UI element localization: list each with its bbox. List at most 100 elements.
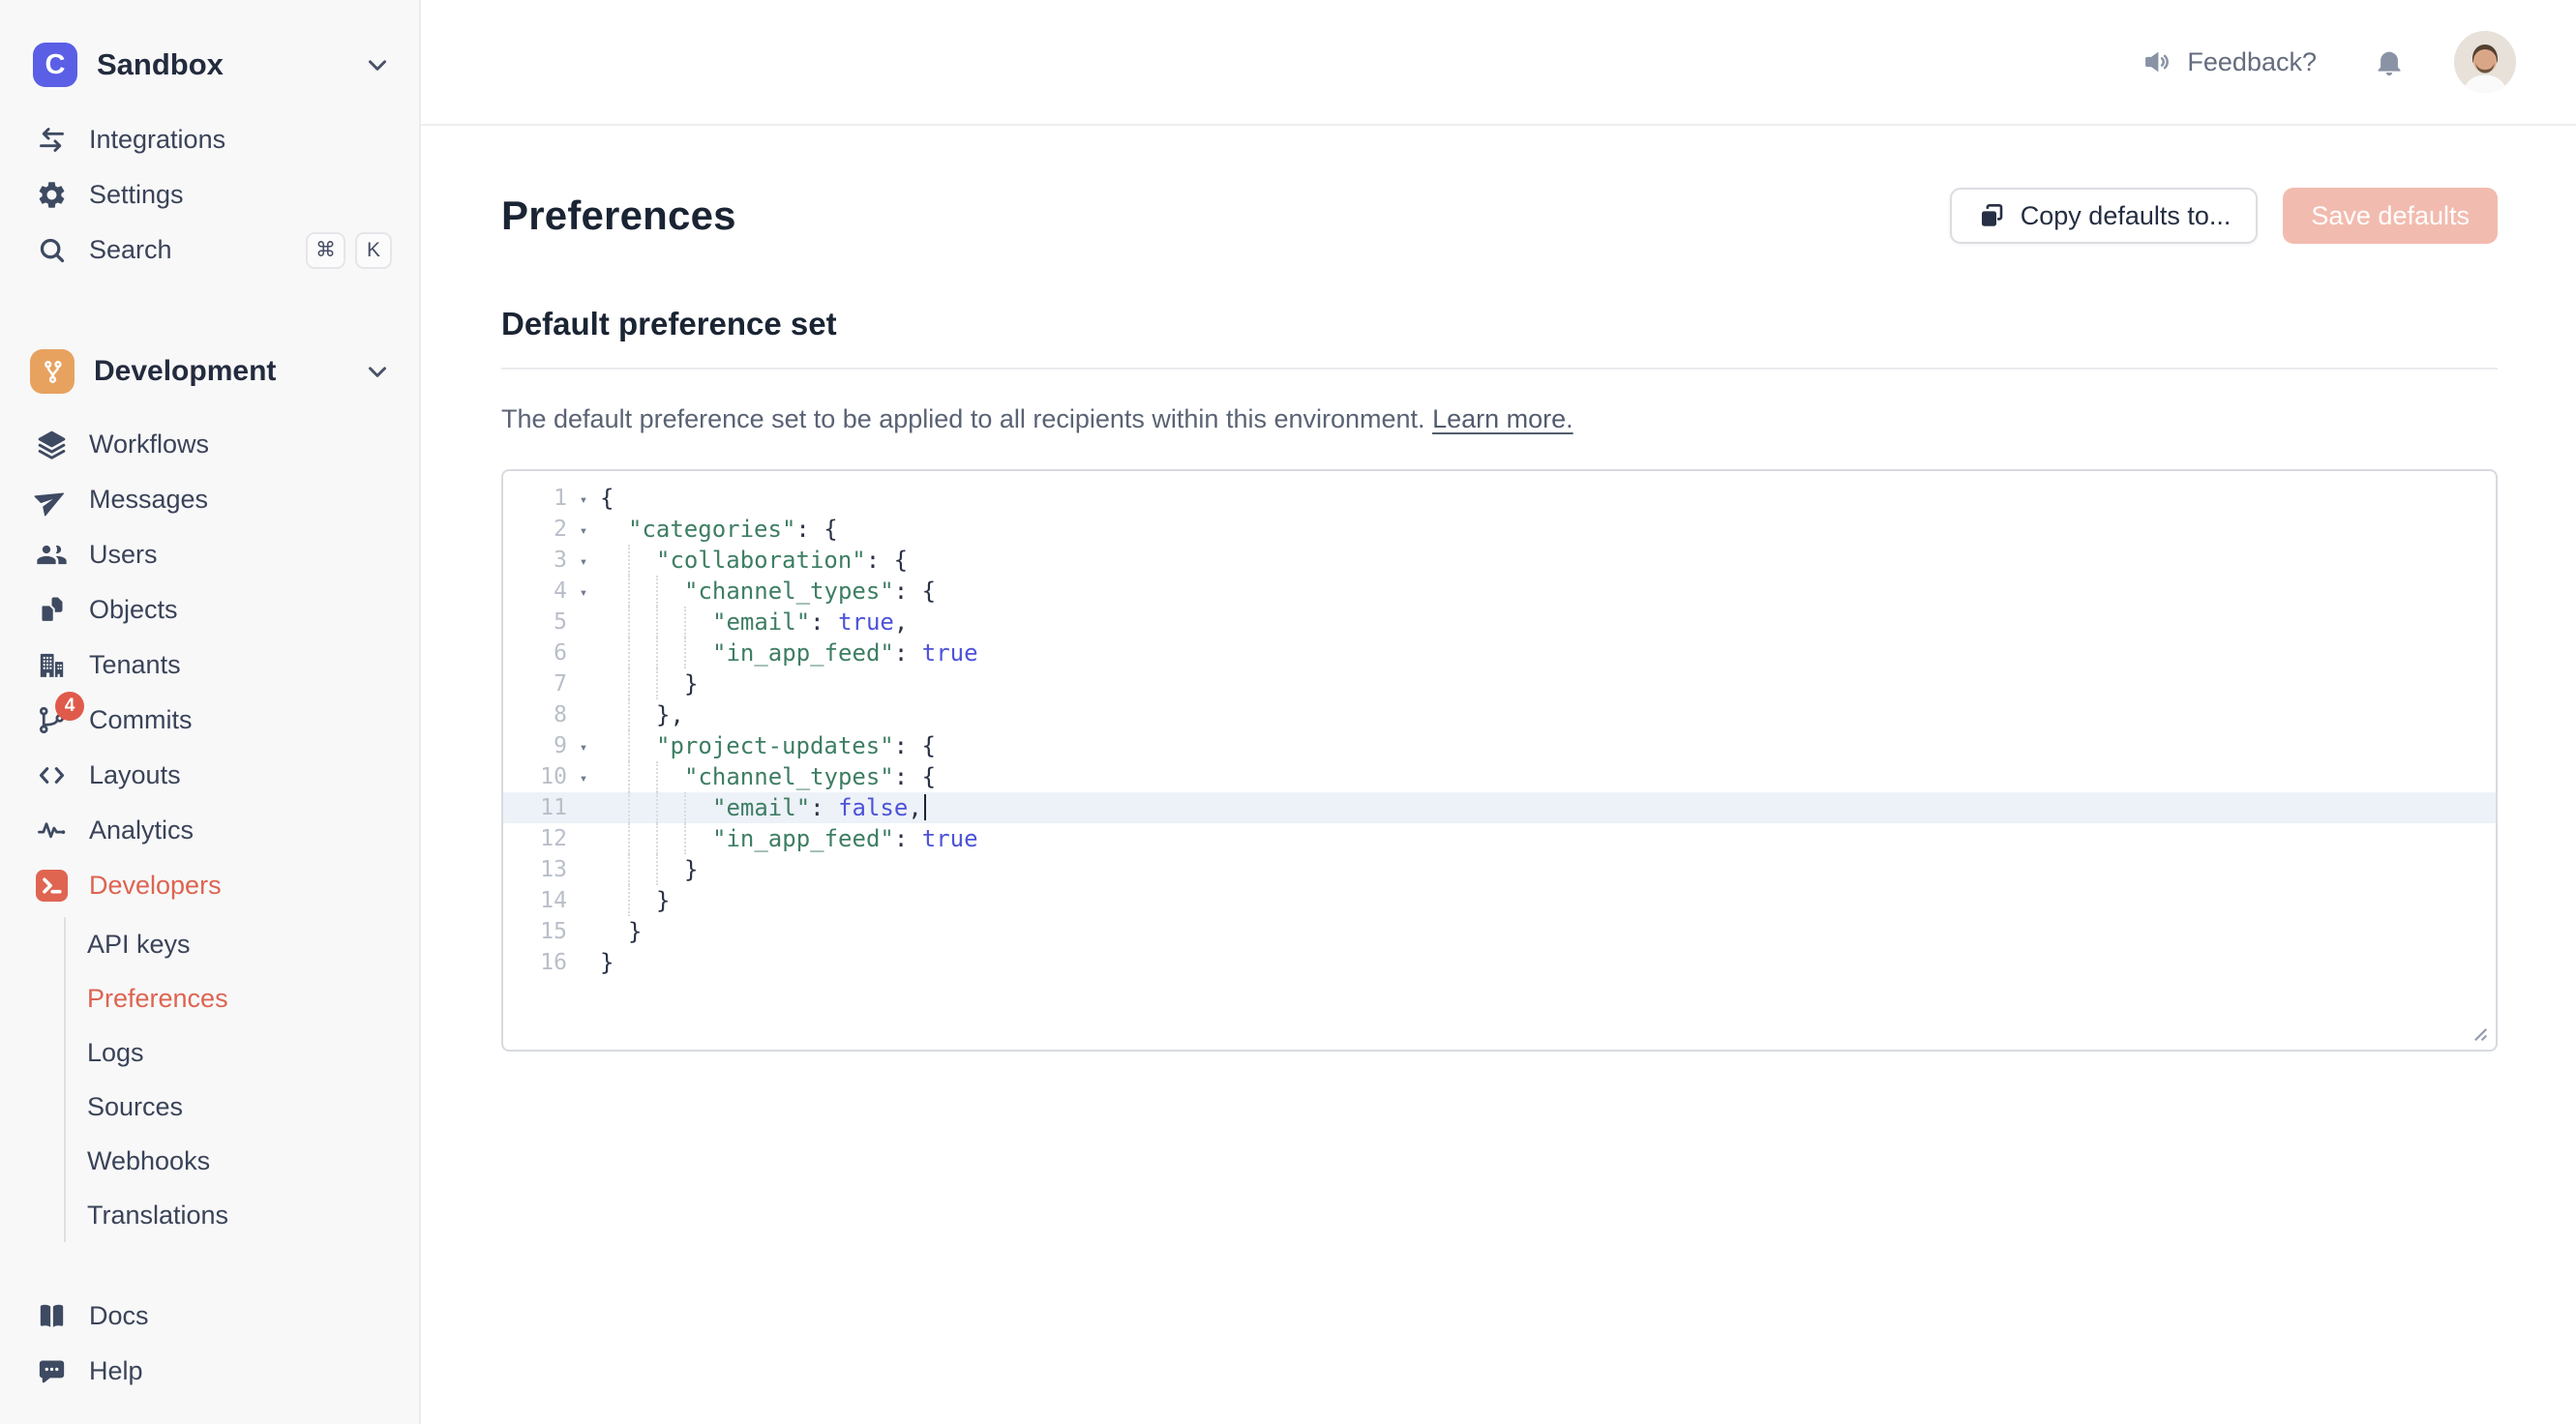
environment-switcher[interactable]: Development — [0, 278, 419, 417]
subnav-item-sources[interactable]: Sources — [87, 1080, 419, 1134]
sidebar-item-help[interactable]: Help — [0, 1344, 419, 1399]
sidebar-item-label: Objects — [89, 595, 178, 625]
developers-subnav: API keysPreferencesLogsSourcesWebhooksTr… — [64, 917, 419, 1242]
line-number: 16 — [503, 947, 567, 978]
resize-handle-icon[interactable] — [2463, 1017, 2489, 1043]
fold-toggle-icon[interactable]: ▾ — [567, 575, 600, 608]
keyboard-shortcut: ⌘K — [306, 232, 392, 269]
code-line-12[interactable]: 12 "in_app_feed": true — [503, 823, 2496, 854]
line-number: 10 — [503, 761, 567, 792]
subnav-item-logs[interactable]: Logs — [87, 1025, 419, 1080]
sidebar-item-commits[interactable]: 4Commits — [0, 693, 419, 748]
sidebar-item-messages[interactable]: Messages — [0, 472, 419, 527]
sidebar-item-label: Developers — [89, 871, 222, 901]
sidebar: C Sandbox IntegrationsSettings Search ⌘K D… — [0, 0, 421, 1424]
line-number: 7 — [503, 668, 567, 699]
code-line-5[interactable]: 5"email": true, — [503, 607, 2496, 638]
sidebar-item-developers[interactable]: Developers — [0, 858, 419, 913]
messages-icon — [36, 484, 68, 516]
subnav-item-preferences[interactable]: Preferences — [87, 971, 419, 1025]
sidebar-item-users[interactable]: Users — [0, 527, 419, 582]
subnav-item-api-keys[interactable]: API keys — [87, 917, 419, 971]
search-icon — [36, 234, 68, 266]
sidebar-item-integrations[interactable]: Integrations — [0, 112, 419, 167]
code-line-9[interactable]: 9▾"project-updates": { — [503, 730, 2496, 761]
kbd-key: ⌘ — [306, 232, 345, 269]
sidebar-item-layouts[interactable]: Layouts — [0, 748, 419, 803]
fold-toggle-icon[interactable]: ▾ — [567, 482, 600, 516]
chevron-down-icon — [363, 50, 392, 79]
integrations-icon — [36, 124, 68, 156]
code-line-1[interactable]: 1▾{ — [503, 483, 2496, 514]
learn-more-link[interactable]: Learn more. — [1432, 404, 1573, 433]
sidebar-item-objects[interactable]: Objects — [0, 582, 419, 638]
code-text: } — [600, 916, 642, 947]
fold-toggle-icon[interactable]: ▾ — [567, 544, 600, 578]
fold-spacer — [567, 714, 600, 717]
tenants-icon — [36, 649, 68, 681]
code-text: "channel_types": { — [600, 576, 936, 607]
code-text: "in_app_feed": true — [600, 638, 978, 668]
code-text: "in_app_feed": true — [600, 823, 978, 854]
environment-branch-icon — [30, 349, 75, 394]
code-line-16[interactable]: 16} — [503, 947, 2496, 978]
code-line-8[interactable]: 8}, — [503, 699, 2496, 730]
subnav-item-webhooks[interactable]: Webhooks — [87, 1134, 419, 1188]
copy-defaults-label: Copy defaults to... — [2021, 201, 2232, 231]
line-number: 8 — [503, 699, 567, 730]
sidebar-footer-nav: Docs Help — [0, 1289, 419, 1424]
code-text: } — [600, 854, 698, 885]
users-icon — [36, 539, 68, 571]
help-icon — [36, 1355, 68, 1387]
copy-defaults-button[interactable]: Copy defaults to... — [1950, 188, 2259, 244]
line-number: 4 — [503, 576, 567, 607]
sidebar-item-workflows[interactable]: Workflows — [0, 417, 419, 472]
fold-spacer — [567, 807, 600, 810]
notifications-bell-icon[interactable] — [2373, 45, 2406, 78]
line-number: 2 — [503, 514, 567, 545]
code-text: "email": true, — [600, 607, 908, 638]
fold-toggle-icon[interactable]: ▾ — [567, 729, 600, 763]
sidebar-item-label: Workflows — [89, 430, 209, 460]
code-text: "email": false, — [600, 792, 926, 823]
code-line-6[interactable]: 6 "in_app_feed": true — [503, 638, 2496, 668]
workspace-switcher[interactable]: C Sandbox — [0, 0, 419, 112]
fold-spacer — [567, 900, 600, 903]
code-line-13[interactable]: 13} — [503, 854, 2496, 885]
main-area: Feedback? Preferences Copy defaults to..… — [421, 0, 2576, 1424]
sidebar-item-label: Search — [89, 235, 172, 265]
sidebar-item-search[interactable]: Search ⌘K — [0, 222, 419, 278]
line-number: 6 — [503, 638, 567, 668]
sidebar-item-settings[interactable]: Settings — [0, 167, 419, 222]
code-line-3[interactable]: 3▾"collaboration": { — [503, 545, 2496, 576]
fold-spacer — [567, 652, 600, 655]
sidebar-item-docs[interactable]: Docs — [0, 1289, 419, 1344]
code-line-7[interactable]: 7} — [503, 668, 2496, 699]
code-text: }, — [600, 699, 684, 730]
fold-spacer — [567, 931, 600, 934]
feedback-button[interactable]: Feedback? — [2141, 46, 2317, 77]
line-number: 12 — [503, 823, 567, 854]
code-line-15[interactable]: 15} — [503, 916, 2496, 947]
avatar[interactable] — [2454, 31, 2516, 93]
json-editor[interactable]: 1▾{2▾"categories": {3▾"collaboration": {… — [501, 469, 2498, 1052]
sidebar-top-nav: IntegrationsSettings Search ⌘K — [0, 112, 419, 278]
megaphone-icon — [2141, 46, 2172, 77]
save-defaults-label: Save defaults — [2311, 201, 2470, 231]
save-defaults-button[interactable]: Save defaults — [2283, 188, 2498, 244]
code-line-11[interactable]: 11"email": false, — [503, 792, 2496, 823]
section-title: Default preference set — [501, 306, 2498, 342]
sidebar-item-analytics[interactable]: Analytics — [0, 803, 419, 858]
code-line-14[interactable]: 14} — [503, 885, 2496, 916]
copy-icon — [1977, 201, 2006, 230]
fold-spacer — [567, 869, 600, 872]
code-line-10[interactable]: 10▾"channel_types": { — [503, 761, 2496, 792]
sidebar-item-label: Docs — [89, 1301, 149, 1331]
fold-toggle-icon[interactable]: ▾ — [567, 513, 600, 547]
fold-toggle-icon[interactable]: ▾ — [567, 760, 600, 794]
code-text: { — [600, 483, 614, 514]
code-line-4[interactable]: 4▾"channel_types": { — [503, 576, 2496, 607]
code-line-2[interactable]: 2▾"categories": { — [503, 514, 2496, 545]
sidebar-item-tenants[interactable]: Tenants — [0, 638, 419, 693]
subnav-item-translations[interactable]: Translations — [87, 1188, 419, 1242]
